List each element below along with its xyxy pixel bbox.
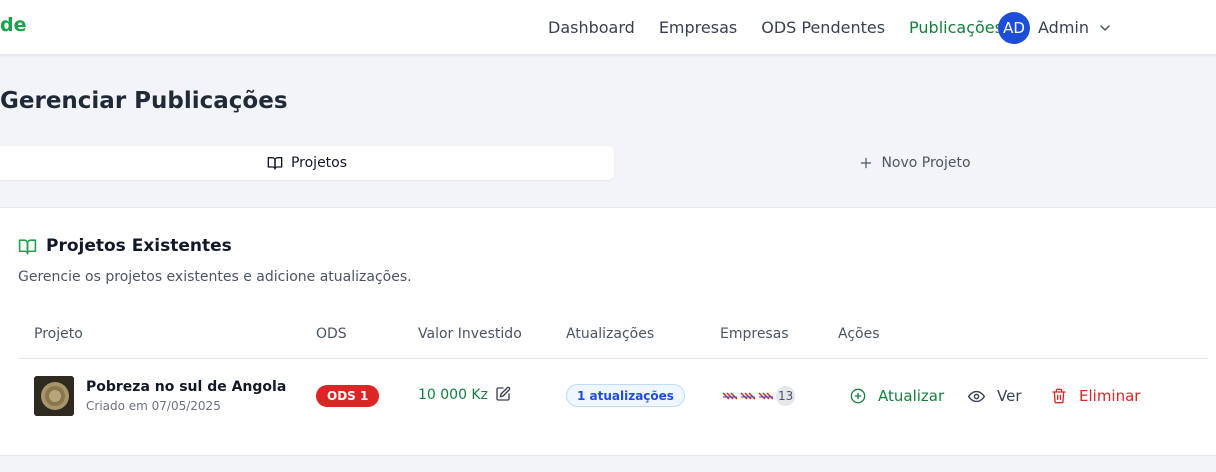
company-logo-icon: [758, 390, 774, 402]
plus-icon: [861, 157, 872, 169]
card-title-text: Projetos Existentes: [46, 236, 232, 256]
page-title: Gerenciar Publicações: [0, 88, 288, 114]
eye-icon: [968, 390, 985, 402]
nav-dashboard[interactable]: Dashboard: [548, 18, 635, 37]
avatar: AD: [998, 11, 1030, 44]
tab-projetos[interactable]: Projetos: [0, 146, 614, 180]
trash-icon: [1052, 388, 1066, 404]
tabs-list: Projetos Novo Projeto: [0, 144, 1216, 184]
projects-card: Projetos Existentes Gerencie os projetos…: [0, 207, 1216, 456]
nav-publicacoes[interactable]: Publicações: [909, 18, 1003, 37]
edit-icon[interactable]: [495, 386, 511, 402]
chevron-down-icon: [1100, 24, 1110, 31]
companies-list: 13: [722, 385, 796, 407]
update-button[interactable]: Atualizar: [850, 383, 944, 409]
update-button-label: Atualizar: [878, 387, 945, 405]
delete-button-label: Eliminar: [1079, 387, 1141, 405]
company-logo-icon: [722, 390, 738, 402]
tab-novo-projeto[interactable]: Novo Projeto: [614, 146, 1216, 180]
updates-badge[interactable]: 1 atualizações: [566, 384, 685, 407]
card-title: Projetos Existentes: [18, 236, 232, 256]
project-name: Pobreza no sul de Angola: [86, 379, 287, 395]
tab-projetos-label: Projetos: [290, 155, 348, 171]
company-logo-icon: [740, 390, 756, 402]
delete-button[interactable]: Eliminar: [1051, 383, 1140, 409]
table-header: Projeto ODS Valor Investido Atualizações…: [18, 320, 1208, 359]
main-nav: Dashboard Empresas ODS Pendentes Publica…: [548, 0, 1027, 55]
companies-count: 13: [776, 386, 796, 406]
col-empresas: Empresas: [720, 326, 789, 342]
project-thumbnail: [34, 376, 74, 416]
col-valor-investido: Valor Investido: [418, 326, 522, 342]
view-button[interactable]: Ver: [968, 383, 1022, 409]
table-row: Pobreza no sul de Angola Criado em 07/05…: [18, 360, 1208, 432]
book-open-icon: [267, 157, 283, 170]
top-navbar: de Dashboard Empresas ODS Pendentes Publ…: [0, 0, 1216, 55]
plus-circle-icon: [850, 388, 866, 404]
project-created-date: Criado em 07/05/2025: [86, 399, 221, 413]
ods-badge: ODS 1: [316, 385, 380, 407]
card-description: Gerencie os projetos existentes e adicio…: [18, 269, 412, 285]
book-open-icon: [18, 238, 37, 254]
nav-empresas[interactable]: Empresas: [659, 18, 737, 37]
nav-ods-pendentes[interactable]: ODS Pendentes: [761, 18, 885, 37]
col-ods: ODS: [316, 326, 347, 342]
user-menu[interactable]: AD Admin: [998, 11, 1111, 44]
user-name: Admin: [1038, 18, 1089, 37]
col-atualizacoes: Atualizações: [566, 326, 655, 342]
col-acoes: Ações: [838, 326, 880, 342]
brand-logo[interactable]: de: [0, 14, 27, 36]
invested-value: 10 000 Kz: [418, 387, 488, 403]
view-button-label: Ver: [997, 387, 1022, 405]
tab-novo-projeto-label: Novo Projeto: [881, 155, 971, 171]
col-projeto: Projeto: [34, 326, 83, 342]
